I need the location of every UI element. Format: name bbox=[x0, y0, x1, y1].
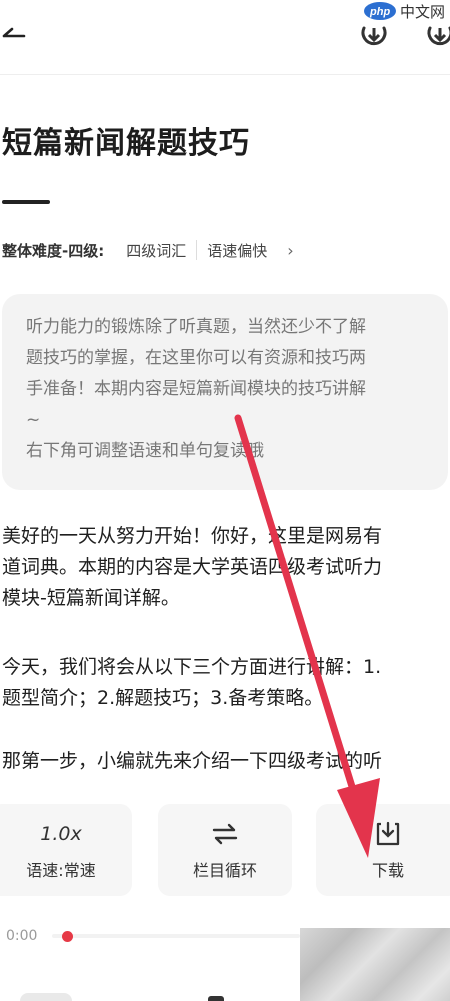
paragraph-line: 题型简介；2.解题技巧；3.备考策略。 bbox=[2, 687, 324, 709]
paragraph-line: 模块-短篇新闻详解。 bbox=[2, 587, 180, 609]
svg-text:php: php bbox=[369, 6, 390, 18]
loop-button[interactable]: 栏目循环 bbox=[158, 804, 292, 896]
blurred-region bbox=[300, 928, 450, 1001]
difficulty-label: 整体难度-四级: bbox=[2, 241, 105, 260]
tag-speed: 语速偏快 bbox=[207, 241, 268, 260]
paragraph-3: 那第一步，小编就先来介绍一下四级考试的听 bbox=[2, 746, 448, 777]
intro-line: 题技巧的掌握，在这里你可以有资源和技巧两 bbox=[26, 348, 366, 368]
meta-row[interactable]: 整体难度-四级: 四级词汇 语速偏快 › bbox=[2, 238, 294, 262]
play-control-partial[interactable] bbox=[20, 993, 72, 1001]
intro-card: 听力能力的锻炼除了听真题，当然还少不了解 题技巧的掌握，在这里你可以有资源和技巧… bbox=[2, 294, 448, 490]
loop-icon bbox=[212, 823, 238, 845]
speed-value: 1.0x bbox=[40, 823, 82, 845]
svg-text:中文网: 中文网 bbox=[400, 3, 445, 21]
title-underline bbox=[2, 200, 50, 204]
watermark: php 中文网 bbox=[362, 0, 450, 24]
paragraph-line: 美好的一天从努力开始！你好，这里是网易有 bbox=[2, 525, 383, 547]
page-title: 短篇新闻解题技巧 bbox=[2, 126, 250, 161]
intro-line: 听力能力的锻炼除了听真题，当然还少不了解 bbox=[26, 317, 366, 337]
header-divider bbox=[0, 74, 450, 75]
paragraph-line: 今天，我们将会从以下三个方面进行讲解：1. bbox=[2, 656, 382, 678]
tag-vocabulary: 四级词汇 bbox=[126, 241, 187, 260]
download-button[interactable]: 下载 bbox=[316, 804, 450, 896]
speed-label: 语速:常速 bbox=[26, 861, 96, 880]
back-arrow-icon bbox=[2, 27, 26, 38]
intro-line: 手准备！本期内容是短篇新闻模块的技巧讲解 bbox=[26, 379, 366, 399]
php-logo-icon: php 中文网 bbox=[364, 2, 445, 21]
paragraph-line: 那第一步，小编就先来介绍一下四级考试的听 bbox=[2, 750, 383, 772]
paragraph-2: 今天，我们将会从以下三个方面进行讲解：1. 题型简介；2.解题技巧；3.备考策略… bbox=[2, 652, 448, 714]
loop-label: 栏目循环 bbox=[192, 861, 257, 880]
back-button[interactable] bbox=[0, 18, 40, 58]
current-time: 0:00 bbox=[6, 928, 38, 944]
intro-line: 右下角可调整语速和单句复读哦 bbox=[26, 441, 264, 461]
paragraph-1: 美好的一天从努力开始！你好，这里是网易有 道词典。本期的内容是大学英语四级考试听… bbox=[2, 521, 448, 614]
paragraph-line: 道词典。本期的内容是大学英语四级考试听力 bbox=[2, 556, 383, 578]
progress-knob[interactable] bbox=[62, 931, 73, 942]
speed-button[interactable]: 1.0x 语速:常速 bbox=[0, 804, 132, 896]
intro-line: ~ bbox=[26, 410, 41, 430]
chevron-right-icon: › bbox=[287, 240, 294, 260]
control-partial[interactable] bbox=[208, 996, 224, 1001]
download-label: 下载 bbox=[371, 861, 404, 880]
progress-track[interactable] bbox=[52, 934, 300, 938]
download-icon bbox=[376, 821, 400, 846]
